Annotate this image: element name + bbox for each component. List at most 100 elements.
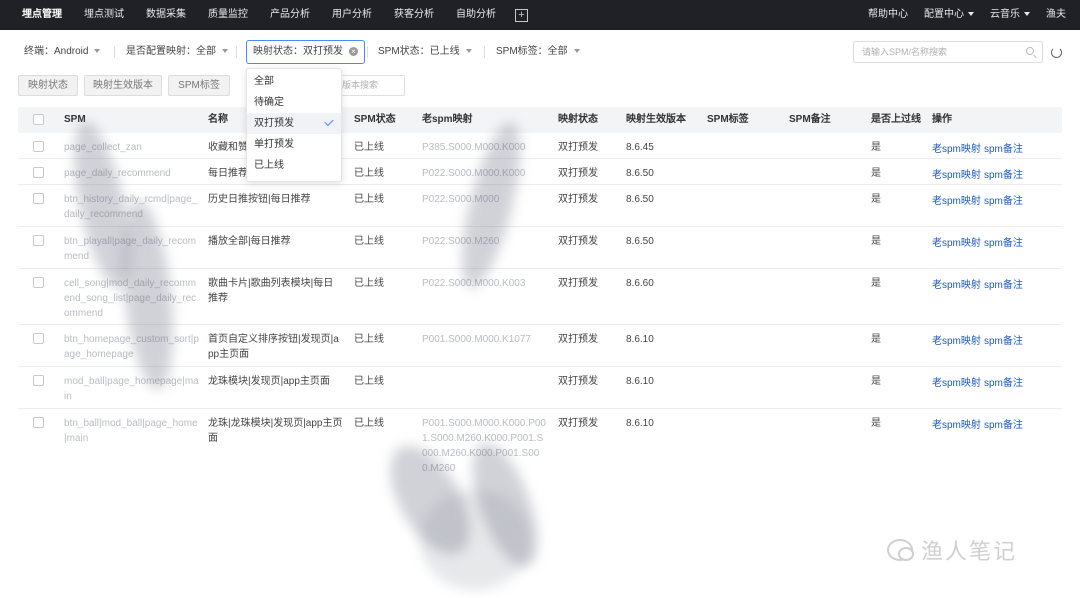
plus-icon[interactable]: + [515, 8, 528, 22]
spm-note-link[interactable]: spm备注 [984, 166, 1023, 181]
row-checkbox[interactable] [33, 375, 44, 386]
column-header-spm-status[interactable]: SPM状态 [354, 107, 396, 133]
column-header-mapping-version[interactable]: 映射生效版本 [626, 107, 686, 133]
spm-note-link[interactable]: spm备注 [984, 192, 1023, 207]
nav-item-self-service-analysis[interactable]: 自助分析 [445, 0, 507, 30]
clear-icon[interactable]: × [349, 46, 358, 56]
table-row[interactable]: btn_homepage_custom_sort|page_homepage 首页… [18, 325, 1062, 367]
tab-mapping-status[interactable]: 映射状态 [18, 75, 78, 96]
old-spm-mapping-link[interactable]: 老spm映射 [932, 276, 981, 291]
old-spm-mapping-link[interactable]: 老spm映射 [932, 374, 981, 389]
old-spm-mapping-link[interactable]: 老spm映射 [932, 416, 981, 431]
cell-old: P001.S000.M000.K1077 [422, 334, 531, 345]
spm-note-link[interactable]: spm备注 [984, 374, 1023, 389]
spm-tag-filter-label: SPM标签：全部 [496, 46, 568, 57]
spm-note-link[interactable]: spm备注 [984, 416, 1023, 431]
filter-bar: 终端：Android 是否配置映射：全部 映射状态：双打预发 × SPM状态：已上… [0, 30, 1080, 74]
row-checkbox[interactable] [33, 277, 44, 288]
cell-name: 龙珠模块|发现页|app主页面 [208, 376, 330, 387]
table-row[interactable]: page_daily_recommend 每日推荐 已上线 P022.S000.M00… [18, 159, 1062, 185]
dropdown-option-pending[interactable]: 待确定 [247, 92, 341, 113]
row-checkbox[interactable] [33, 235, 44, 246]
user-name[interactable]: 渔夫 [1038, 0, 1080, 30]
cell-map-status: 双打预发 [558, 168, 598, 179]
spm-note-link[interactable]: spm备注 [984, 332, 1023, 347]
cell-spm: btn_playall|page_daily_recommend [64, 236, 197, 262]
cell-status: 已上线 [354, 168, 384, 179]
cell-name: 龙珠|龙珠模块|发现页|app主页面 [208, 418, 343, 444]
row-checkbox[interactable] [33, 417, 44, 428]
spm-note-link[interactable]: spm备注 [984, 140, 1023, 155]
cell-spm: cell_song|mod_daily_recommend_song_list|… [64, 278, 197, 319]
cell-version: 8.6.10 [626, 376, 654, 387]
platform-filter[interactable]: 终端：Android [24, 40, 101, 64]
cell-version: 8.6.45 [626, 142, 654, 153]
table-row[interactable]: btn_playall|page_daily_recommend 播放全部|每日推… [18, 227, 1062, 269]
nav-item-quality-monitor[interactable]: 质量监控 [197, 0, 259, 30]
table-row[interactable]: cell_song|mod_daily_recommend_song_list|… [18, 269, 1062, 325]
column-header-online[interactable]: 是否上过线 [871, 107, 921, 133]
cell-version: 8.6.50 [626, 168, 654, 179]
cell-status: 已上线 [354, 142, 384, 153]
watermark-text: 渔人笔记 [921, 540, 1018, 565]
spm-note-link[interactable]: spm备注 [984, 234, 1023, 249]
version-search-input[interactable]: 版本搜索 [335, 75, 405, 96]
nav-item-help-center[interactable]: 帮助中心 [860, 0, 916, 30]
column-header-spm-tag[interactable]: SPM标签 [707, 107, 749, 133]
refresh-icon[interactable] [1051, 47, 1062, 58]
nav-item-config-center[interactable]: 配置中心 [916, 0, 982, 30]
column-header-old-spm[interactable]: 老spm映射 [422, 107, 473, 133]
nav-item-product-analysis[interactable]: 产品分析 [259, 0, 321, 30]
cell-status: 已上线 [354, 194, 384, 205]
search-input[interactable] [862, 42, 1022, 62]
cell-spm: page_collect_zan [64, 142, 142, 153]
cell-name: 历史日推按钮|每日推荐 [208, 194, 311, 205]
table-row[interactable]: btn_ball|mod_ball|page_home|main 龙珠|龙珠模块|… [18, 409, 1062, 598]
table-row[interactable]: page_collect_zan 收藏和赞 已上线 P385.S000.M000.K0… [18, 133, 1062, 159]
cell-map-status: 双打预发 [558, 334, 598, 345]
tab-spm-tag[interactable]: SPM标签 [168, 75, 230, 96]
table-row[interactable]: btn_history_daily_rcmd|page_daily_recomm… [18, 185, 1062, 227]
app-name-label: 云音乐 [990, 9, 1020, 20]
search-icon[interactable] [1026, 47, 1034, 55]
row-checkbox[interactable] [33, 193, 44, 204]
cell-version: 8.6.60 [626, 278, 654, 289]
nav-item-tracking-management[interactable]: 埋点管理 [0, 0, 73, 30]
cell-old: P022.S000.M000 [422, 194, 500, 205]
nav-item-data-collection[interactable]: 数据采集 [135, 0, 197, 30]
dropdown-option-dual-prerelease[interactable]: 双打预发 [247, 113, 341, 134]
row-checkbox[interactable] [33, 167, 44, 178]
cell-name: 播放全部|每日推荐 [208, 236, 291, 247]
old-spm-mapping-link[interactable]: 老spm映射 [932, 166, 981, 181]
column-header-spm[interactable]: SPM [64, 107, 86, 133]
column-header-name[interactable]: 名称 [208, 107, 228, 133]
tab-mapping-version[interactable]: 映射生效版本 [84, 75, 162, 96]
spm-tag-filter[interactable]: SPM标签：全部 [496, 40, 580, 64]
has-mapping-filter-label: 是否配置映射：全部 [126, 46, 216, 57]
watermark-logo: 渔人笔记 [887, 534, 1017, 566]
chevron-down-icon [573, 49, 580, 54]
dropdown-option-all[interactable]: 全部 [247, 71, 341, 92]
column-header-spm-note[interactable]: SPM备注 [789, 107, 831, 133]
old-spm-mapping-link[interactable]: 老spm映射 [932, 332, 981, 347]
nav-item-acquisition-analysis[interactable]: 获客分析 [383, 0, 445, 30]
nav-item-app-switcher[interactable]: 云音乐 [982, 0, 1038, 30]
cell-version: 8.6.10 [626, 334, 654, 345]
spm-status-filter[interactable]: SPM状态：已上线 [378, 40, 472, 64]
select-all-checkbox[interactable] [33, 114, 44, 125]
old-spm-mapping-link[interactable]: 老spm映射 [932, 192, 981, 207]
nav-item-tracking-test[interactable]: 埋点测试 [73, 0, 135, 30]
spm-note-link[interactable]: spm备注 [984, 276, 1023, 291]
old-spm-mapping-link[interactable]: 老spm映射 [932, 234, 981, 249]
has-mapping-filter[interactable]: 是否配置映射：全部 [126, 40, 228, 64]
nav-item-user-analysis[interactable]: 用户分析 [321, 0, 383, 30]
column-header-mapping-status[interactable]: 映射状态 [558, 107, 598, 133]
table-row[interactable]: mod_ball|page_homepage|main 龙珠模块|发现页|app主… [18, 367, 1062, 409]
old-spm-mapping-link[interactable]: 老spm映射 [932, 140, 981, 155]
mapping-status-filter[interactable]: 映射状态：双打预发 × [246, 40, 365, 64]
cell-online: 是 [871, 376, 881, 387]
row-checkbox[interactable] [33, 333, 44, 344]
dropdown-option-online[interactable]: 已上线 [247, 155, 341, 176]
row-checkbox[interactable] [33, 141, 44, 152]
dropdown-option-single-prerelease[interactable]: 单打预发 [247, 134, 341, 155]
